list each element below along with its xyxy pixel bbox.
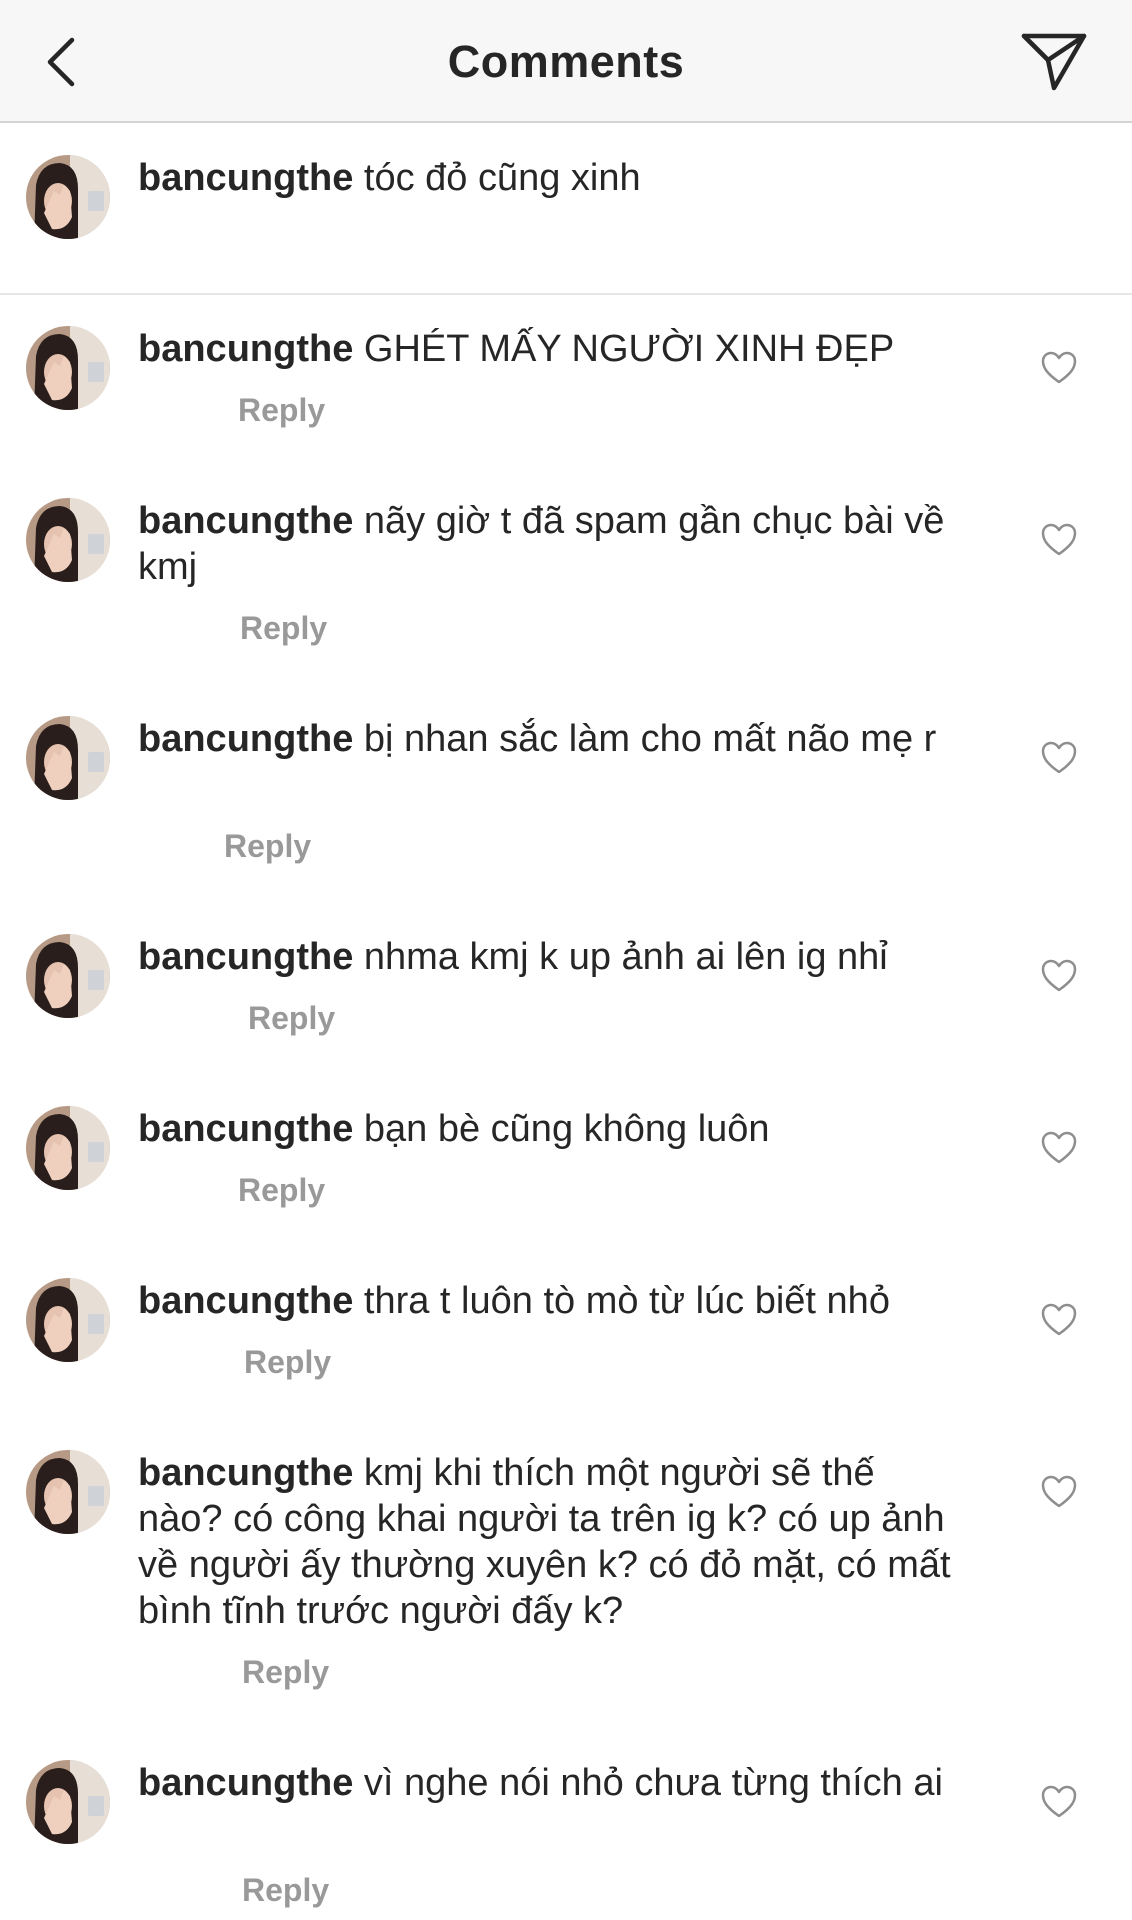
paper-plane-icon (1021, 33, 1087, 91)
comment-body: bancungthe kmj khi thích một người sẽ th… (138, 1450, 968, 1634)
avatar-image (26, 1760, 110, 1844)
comment-body: bancungthe GHÉT MẤY NGƯỜI XINH ĐẸP (138, 326, 968, 372)
heart-icon (1041, 1131, 1077, 1164)
comment-text: bị nhan sắc làm cho mất não mẹ r (363, 718, 937, 760)
heart-icon (1041, 1475, 1077, 1508)
username-link[interactable]: bancungthe (138, 1108, 353, 1150)
avatar[interactable] (26, 1278, 110, 1362)
comment-text: GHÉT MẤY NGƯỜI XINH ĐẸP (363, 328, 895, 370)
like-button[interactable] (1040, 958, 1078, 994)
comment-body: bancungthe bị nhan sắc làm cho mất não m… (138, 716, 968, 762)
comment-body: bancungthe nhma kmj k up ảnh ai lên ig n… (138, 934, 968, 980)
comment-text: vì nghe nói nhỏ chưa từng thích ai (363, 1762, 943, 1804)
avatar-image (26, 1450, 110, 1534)
heart-icon (1041, 523, 1077, 556)
avatar[interactable] (26, 326, 110, 410)
heart-icon (1041, 959, 1077, 992)
avatar-image (26, 155, 110, 239)
reply-button[interactable]: Reply (240, 610, 327, 647)
comment-text: nhma kmj k up ảnh ai lên ig nhỉ (363, 936, 888, 978)
username-link[interactable]: bancungthe (138, 500, 353, 542)
reply-button[interactable]: Reply (242, 1872, 329, 1909)
reply-button[interactable]: Reply (242, 1654, 329, 1691)
reply-button[interactable]: Reply (248, 1000, 335, 1037)
avatar-image (26, 498, 110, 582)
avatar[interactable] (26, 934, 110, 1018)
avatar[interactable] (26, 1760, 110, 1844)
avatar-image (26, 326, 110, 410)
avatar-image (26, 1106, 110, 1190)
username-link[interactable]: bancungthe (138, 157, 353, 199)
like-button[interactable] (1040, 740, 1078, 776)
username-link[interactable]: bancungthe (138, 1280, 353, 1322)
comment-text: thra t luôn tò mò từ lúc biết nhỏ (363, 1280, 890, 1322)
heart-icon (1041, 1303, 1077, 1336)
reply-button[interactable]: Reply (238, 392, 325, 429)
reply-button[interactable]: Reply (224, 828, 311, 865)
avatar[interactable] (26, 498, 110, 582)
comment-body: bancungthe nãy giờ t đã spam gần chục bà… (138, 498, 968, 590)
avatar[interactable] (26, 1106, 110, 1190)
avatar-image (26, 934, 110, 1018)
reply-button[interactable]: Reply (244, 1344, 331, 1381)
username-link[interactable]: bancungthe (138, 1452, 353, 1494)
avatar-image (26, 716, 110, 800)
username-link[interactable]: bancungthe (138, 1762, 353, 1804)
like-button[interactable] (1040, 1130, 1078, 1166)
comment-body: bancungthe bạn bè cũng không luôn (138, 1106, 968, 1152)
avatar[interactable] (26, 716, 110, 800)
username-link[interactable]: bancungthe (138, 718, 353, 760)
caption-text-block: bancungthe tóc đỏ cũng xinh (138, 155, 968, 201)
like-button[interactable] (1040, 350, 1078, 386)
header-bar: Comments (0, 0, 1132, 123)
like-button[interactable] (1040, 522, 1078, 558)
comment-body: bancungthe thra t luôn tò mò từ lúc biết… (138, 1278, 968, 1324)
like-button[interactable] (1040, 1474, 1078, 1510)
heart-icon (1041, 1785, 1077, 1818)
like-button[interactable] (1040, 1302, 1078, 1338)
avatar[interactable] (26, 1450, 110, 1534)
post-caption: bancungthe tóc đỏ cũng xinh (0, 125, 1132, 295)
username-link[interactable]: bancungthe (138, 936, 353, 978)
reply-button[interactable]: Reply (238, 1172, 325, 1209)
caption-text: tóc đỏ cũng xinh (363, 157, 641, 199)
heart-icon (1041, 351, 1077, 384)
comment-body: bancungthe vì nghe nói nhỏ chưa từng thí… (138, 1760, 968, 1806)
like-button[interactable] (1040, 1784, 1078, 1820)
heart-icon (1041, 741, 1077, 774)
avatar[interactable] (26, 155, 110, 239)
username-link[interactable]: bancungthe (138, 328, 353, 370)
share-button[interactable] (1018, 30, 1090, 94)
page-title: Comments (447, 36, 685, 87)
comment-text: bạn bè cũng không luôn (363, 1108, 770, 1150)
avatar-image (26, 1278, 110, 1362)
